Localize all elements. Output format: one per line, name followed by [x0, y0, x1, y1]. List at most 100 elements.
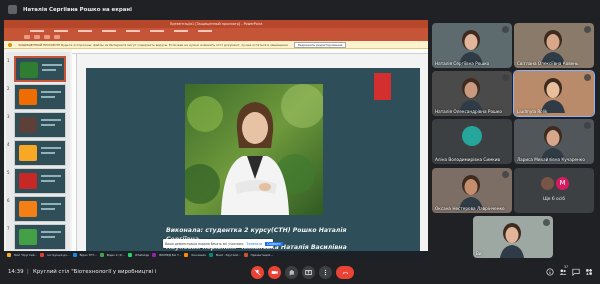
chat-icon[interactable] — [572, 268, 580, 276]
mic-off-icon — [254, 269, 261, 276]
participant-tile[interactable]: Liudmyla Rolik — [513, 70, 595, 117]
participant-tile[interactable]: Оксана Нестерова Лаврінченко — [432, 168, 512, 213]
taskbar-app-icon[interactable] — [152, 252, 157, 257]
thumbnail-text — [41, 180, 55, 182]
thumbnail-text — [42, 64, 62, 66]
powerpoint-title-bar: Презентація1 [Защищенный просмотр] - Pow… — [4, 20, 428, 28]
slide-thumbnail[interactable] — [14, 56, 66, 82]
participant-video — [459, 78, 483, 113]
taskbar-item[interactable]: Meet - Круглий... — [216, 253, 241, 257]
slide-thumbnail[interactable] — [14, 224, 66, 250]
slide-thumbnail[interactable] — [14, 196, 66, 222]
participant-tile[interactable]: Наталія Сергіївна Рошко — [432, 23, 512, 68]
thumbnail-image — [19, 89, 37, 105]
mic-status-icon — [502, 122, 509, 129]
participant-video — [459, 30, 483, 65]
thumbnail-image — [20, 62, 38, 78]
thumbnail-text — [41, 203, 61, 205]
leave-call-button[interactable] — [336, 266, 354, 279]
thumbnail-text — [41, 119, 61, 121]
participant-avatar — [462, 126, 482, 146]
slide-thumbnail[interactable] — [14, 84, 66, 110]
participant-name: Світлана Олексіївна Ковень — [517, 61, 579, 66]
thumbnail-text — [41, 175, 61, 177]
taskbar-item[interactable]: Презентація1... — [251, 253, 274, 257]
more-participants-label: Ще 6 осіб — [542, 197, 566, 202]
taskbar-item[interactable]: Інструкція до... — [47, 253, 70, 257]
slide-accent-block — [374, 73, 391, 100]
stop-sharing-button[interactable]: Зупинити — [246, 242, 262, 246]
taskbar-item[interactable]: WhatsApp — [135, 253, 149, 257]
current-slide: Виконала: студентка 2 курсу(СТН) Рошко Н… — [86, 68, 420, 251]
slide-thumbnail[interactable] — [14, 168, 66, 194]
participant-tile[interactable]: Ви — [473, 216, 553, 258]
shared-screen: Презентація1 [Защищенный просмотр] - Pow… — [4, 20, 428, 251]
taskbar-item[interactable]: Відео 2 (2)... — [107, 253, 125, 257]
share-notification-text: Ваша демонстрація екрана бачать всі учас… — [165, 241, 244, 246]
window-title: Презентація1 [Защищенный просмотр] - Pow… — [169, 22, 263, 26]
thumbnail-image — [19, 201, 37, 217]
activities-icon[interactable] — [585, 268, 593, 276]
participant-tile[interactable]: Лариса Михайлівна Кучаренко — [514, 119, 594, 164]
share-notification: Ваша демонстрація екрана бачать всі учас… — [163, 239, 283, 248]
taskbar-item[interactable]: Кіноманія — [191, 253, 205, 257]
thumbnail-text — [42, 69, 56, 71]
participant-tile[interactable]: Аліна Володимирівна Симкив — [432, 119, 512, 164]
thumbnail-text — [41, 91, 61, 93]
thumbnail-number: 4 — [7, 142, 10, 147]
present-button[interactable] — [302, 266, 315, 279]
mic-button[interactable] — [251, 266, 264, 279]
participant-video — [500, 223, 524, 258]
taskbar-item[interactable]: ВІКІПЕД Біо Т... — [159, 253, 181, 257]
taskbar-app-icon[interactable] — [128, 252, 132, 257]
taskbar-app-icon[interactable] — [184, 252, 189, 257]
participant-tile[interactable]: Світлана Олексіївна Ковень — [514, 23, 594, 68]
participant-name: Оксана Нестерова Лаврінченко — [435, 206, 505, 211]
hide-notification-button[interactable]: Сховати — [265, 241, 283, 246]
participant-tile[interactable]: Наталія Олександрівна Рошко — [432, 71, 512, 116]
mic-status-icon — [584, 74, 591, 81]
participant-name: Наталія Олександрівна Рошко — [435, 109, 502, 114]
thumbnail-text — [41, 236, 55, 238]
thumbnail-text — [41, 152, 55, 154]
camera-button[interactable] — [268, 266, 281, 279]
taskbar-app-icon[interactable] — [7, 252, 11, 257]
mic-status-icon — [543, 219, 550, 226]
taskbar-app-icon[interactable] — [243, 252, 248, 257]
hand-icon — [289, 270, 294, 276]
more-options-button[interactable] — [319, 266, 332, 279]
participants-count: 37 — [564, 265, 569, 269]
meeting-title: Круглий стіл "Біотехнології у виробництв… — [33, 269, 158, 275]
vertical-ruler — [72, 54, 77, 251]
participant-name: Аліна Володимирівна Симкив — [435, 157, 500, 162]
taskbar-app-icon[interactable] — [72, 252, 77, 257]
mic-status-icon — [502, 74, 509, 81]
slide-thumbnail[interactable] — [14, 112, 66, 138]
thumbnail-number: 2 — [7, 86, 10, 91]
thumbnail-text — [41, 208, 55, 210]
taskbar-item[interactable]: Відео ТНТ... — [80, 253, 97, 257]
thumbnail-number: 6 — [7, 198, 10, 203]
taskbar-app-icon[interactable] — [208, 252, 213, 257]
participant-name: Liudmyla Rolik — [517, 109, 548, 114]
presenter-label: Наталія Сергіївна Рошко на екрані — [23, 6, 132, 13]
thumbnail-text — [41, 147, 61, 149]
participant-avatar — [541, 177, 554, 190]
enable-editing-button[interactable]: Разрешить редактирование — [294, 41, 347, 48]
more-participants-tile[interactable]: M Ще 6 осіб — [514, 168, 594, 213]
thumbnail-text — [41, 124, 55, 126]
warning-icon — [8, 42, 12, 47]
info-icon[interactable] — [546, 268, 554, 276]
thumbnail-number: 7 — [7, 226, 10, 231]
slide-thumbnail[interactable] — [14, 140, 66, 166]
mic-status-icon — [502, 171, 509, 178]
taskbar-item[interactable]: Мой "Круглий... — [14, 253, 37, 257]
protected-view-message: ЗАЩИЩЕННЫЙ ПРОСМОТР Будьте осторожны: фа… — [18, 42, 288, 47]
horizontal-ruler — [72, 49, 428, 54]
thumbnail-number: 3 — [7, 114, 10, 119]
taskbar-app-icon[interactable] — [99, 252, 104, 257]
thumbnail-text — [41, 231, 61, 233]
people-icon[interactable] — [559, 268, 567, 276]
raise-hand-button[interactable] — [285, 266, 298, 279]
taskbar-app-icon[interactable] — [40, 252, 45, 257]
